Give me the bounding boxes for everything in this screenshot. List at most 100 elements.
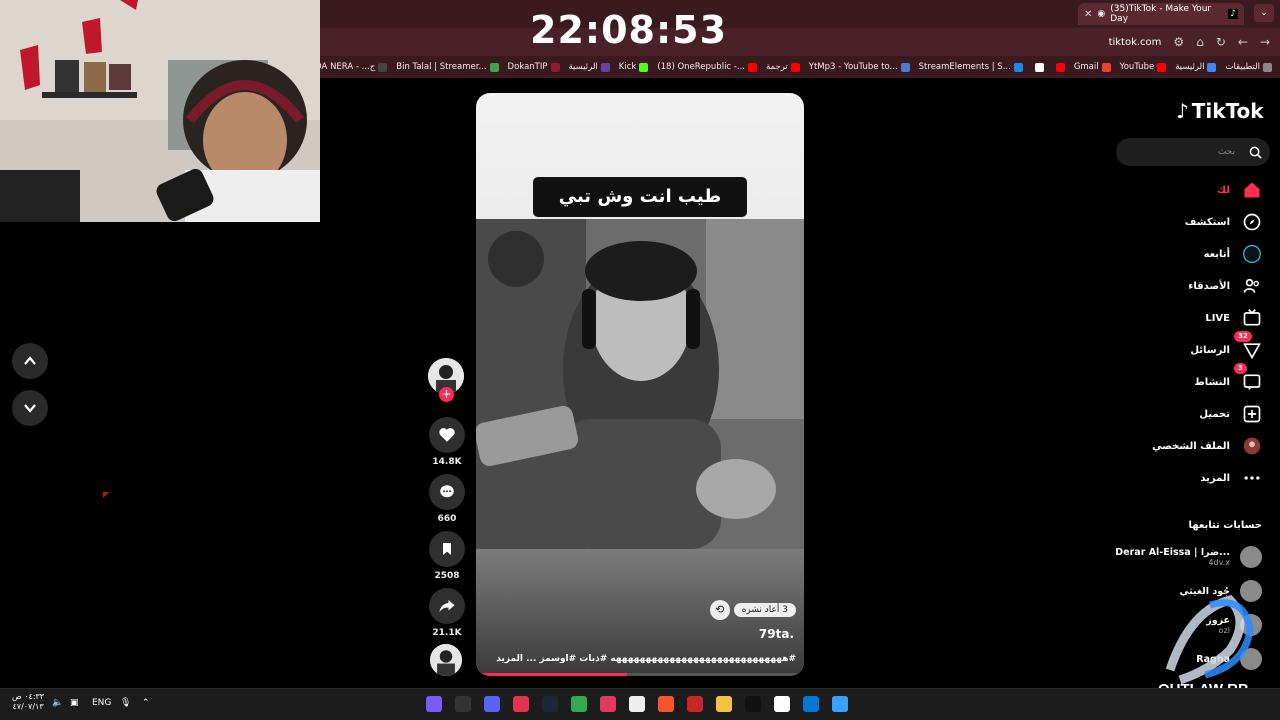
repost-info[interactable]: ⟲ 3 أعاد نشره: [709, 600, 796, 620]
close-tab-icon[interactable]: ✕: [1084, 9, 1092, 20]
sidebar-item-more[interactable]: المزيد: [1200, 468, 1262, 488]
comment-count: 660: [437, 514, 457, 524]
bookmark-item[interactable]: RADA NERA - ...ج: [320, 62, 388, 72]
search-icon[interactable]: [1249, 146, 1262, 159]
sidebar-item-label: الرسائل: [1190, 344, 1230, 356]
taskbar: ٠٤:٣٣ ص ٤٧/٠٧/١٣ 🔈 ▣ ENG 🎙 ⌃: [0, 688, 1280, 720]
stream-app-icon[interactable]: [513, 696, 529, 712]
language-indicator[interactable]: ENG: [92, 698, 111, 708]
chrome-icon[interactable]: [571, 696, 587, 712]
video-description[interactable]: #هههههههههههههههههههههههههههههه #ذبات #ا…: [496, 654, 796, 664]
sidebar-item-compass[interactable]: استكشف: [1185, 212, 1262, 232]
bookmark-favicon-icon: [600, 62, 610, 72]
taskbar-clock[interactable]: ٠٤:٣٣ ص ٤٧/٠٧/١٣: [12, 692, 44, 712]
upload-icon: [1242, 404, 1262, 424]
follow-plus-button[interactable]: +: [439, 387, 454, 402]
bookmark-item[interactable]: (18) OneRepublic -...: [657, 62, 757, 72]
sidebar-item-following[interactable]: أتابعه: [1204, 244, 1262, 264]
chevron-up-icon: [24, 356, 36, 365]
comment-button[interactable]: [429, 474, 465, 510]
bookmark-label: YtMp3 - YouTube to...: [808, 62, 898, 72]
sound-disc-image: [430, 644, 462, 676]
share-button[interactable]: [429, 588, 465, 624]
search-input[interactable]: بحث: [1116, 138, 1270, 166]
webcam-overlay: [0, 0, 320, 222]
tab-search-button[interactable]: ⌄: [1254, 4, 1274, 22]
outlaw-logo-image: OUTLAW RP: [1158, 595, 1254, 698]
sound-avatar[interactable]: [430, 644, 462, 676]
microphone-icon[interactable]: 🎙: [120, 698, 131, 708]
file-icon[interactable]: [629, 696, 645, 712]
repost-icon[interactable]: ⟲: [709, 600, 730, 620]
sidebar-item-activity[interactable]: النشاط 3: [1194, 363, 1262, 392]
like-action[interactable]: 14.8K: [429, 417, 465, 467]
home-browser-icon[interactable]: ⌂: [1196, 35, 1204, 49]
bookmark-item[interactable]: [1053, 62, 1065, 72]
volume-icon[interactable]: 🔈: [52, 698, 63, 708]
tiktok-logo-text: TikTok: [1191, 99, 1264, 123]
url-field[interactable]: tiktok.com: [1109, 37, 1162, 48]
bookmark-item[interactable]: YouTube: [1120, 62, 1167, 72]
video-player[interactable]: طيب انت وش تبي الحين؟ ⟲ 3 أعاد نشره 7: [476, 93, 804, 676]
following-account-text: Derar Al-Eissa | ضرا... 4dv.x: [1115, 547, 1230, 567]
windows-start-icon[interactable]: [832, 696, 848, 712]
bookmark-item[interactable]: Kick: [619, 62, 649, 72]
bookmark-item[interactable]: الرئيسية: [1175, 62, 1217, 72]
bookmark-item[interactable]: التطبيقات: [1225, 62, 1272, 72]
app-a-icon[interactable]: [600, 696, 616, 712]
tray-expand-icon[interactable]: ⌃: [142, 698, 150, 708]
comment-action[interactable]: 660: [429, 474, 465, 524]
bookmark-item[interactable]: Bin Talal | Streamer...: [396, 62, 499, 72]
sidebar-item-label: الأصدقاء: [1188, 280, 1230, 292]
like-count: 14.8K: [432, 457, 462, 467]
share-action[interactable]: 21.1K: [429, 588, 465, 638]
bookmark-icon: [443, 543, 451, 555]
network-icon[interactable]: ▣: [70, 698, 79, 708]
sidebar-item-friends[interactable]: الأصدقاء: [1188, 276, 1262, 296]
save-button[interactable]: [429, 531, 465, 567]
tiktok-logo[interactable]: ♪ TikTok: [1176, 99, 1264, 123]
bookmark-item[interactable]: DokanTIP: [508, 62, 560, 72]
video-author[interactable]: 79ta.: [759, 627, 794, 641]
sidebar-item-label: الملف الشخصي: [1152, 440, 1230, 452]
red-app-icon[interactable]: [687, 696, 703, 712]
bookmark-item[interactable]: [1032, 62, 1044, 72]
bookmark-item[interactable]: YtMp3 - YouTube to...: [809, 62, 910, 72]
steam-icon[interactable]: [542, 696, 558, 712]
save-action[interactable]: 2508: [429, 531, 465, 581]
like-button[interactable]: [429, 417, 465, 453]
reload-icon[interactable]: ↻: [1216, 35, 1226, 49]
messages-icon: 32: [1234, 331, 1262, 360]
tiktok-favicon-icon: ♪: [1228, 9, 1238, 19]
browser-tab[interactable]: ✕ ◉ (35)TikTok - Make Your Day ♪: [1078, 3, 1244, 25]
forward-icon[interactable]: →: [1260, 35, 1270, 49]
sidebar-item-label: لك: [1216, 184, 1230, 196]
next-video-button[interactable]: [12, 390, 48, 426]
bookmark-item[interactable]: StreamElements | S...: [919, 62, 1023, 72]
previous-video-button[interactable]: [12, 343, 48, 379]
bookmark-item[interactable]: الرئيسية: [569, 62, 610, 72]
following-account[interactable]: Derar Al-Eissa | ضرا... 4dv.x: [1115, 546, 1262, 568]
capcut-icon[interactable]: [774, 696, 790, 712]
outlaw-rp-watermark: OUTLAW RP: [1150, 590, 1276, 700]
obs-icon[interactable]: [455, 696, 471, 712]
save-count: 2508: [434, 571, 460, 581]
bookmark-item[interactable]: Gmail: [1074, 62, 1111, 72]
back-icon[interactable]: ←: [1238, 35, 1248, 49]
sidebar-item-messages[interactable]: الرسائل 32: [1190, 331, 1262, 360]
folder-icon[interactable]: [716, 696, 732, 712]
sidebar-item-live[interactable]: LIVE: [1205, 308, 1262, 328]
sidebar-item-home[interactable]: لك: [1217, 180, 1262, 200]
sidebar-item-upload[interactable]: تحميل: [1199, 404, 1262, 424]
store-icon[interactable]: [803, 696, 819, 712]
bookmark-item[interactable]: ترجمة: [766, 62, 800, 72]
discord-icon[interactable]: [484, 696, 500, 712]
chevron-down-icon: [24, 404, 36, 413]
music-icon[interactable]: [745, 696, 761, 712]
brave-icon[interactable]: [658, 696, 674, 712]
video-progress-bar[interactable]: [476, 673, 804, 676]
cortana-icon[interactable]: [426, 696, 442, 712]
bookmark-favicon-icon: [489, 62, 499, 72]
sidebar-item-profile[interactable]: الملف الشخصي: [1152, 436, 1262, 456]
site-settings-icon[interactable]: ⚙: [1173, 35, 1184, 49]
